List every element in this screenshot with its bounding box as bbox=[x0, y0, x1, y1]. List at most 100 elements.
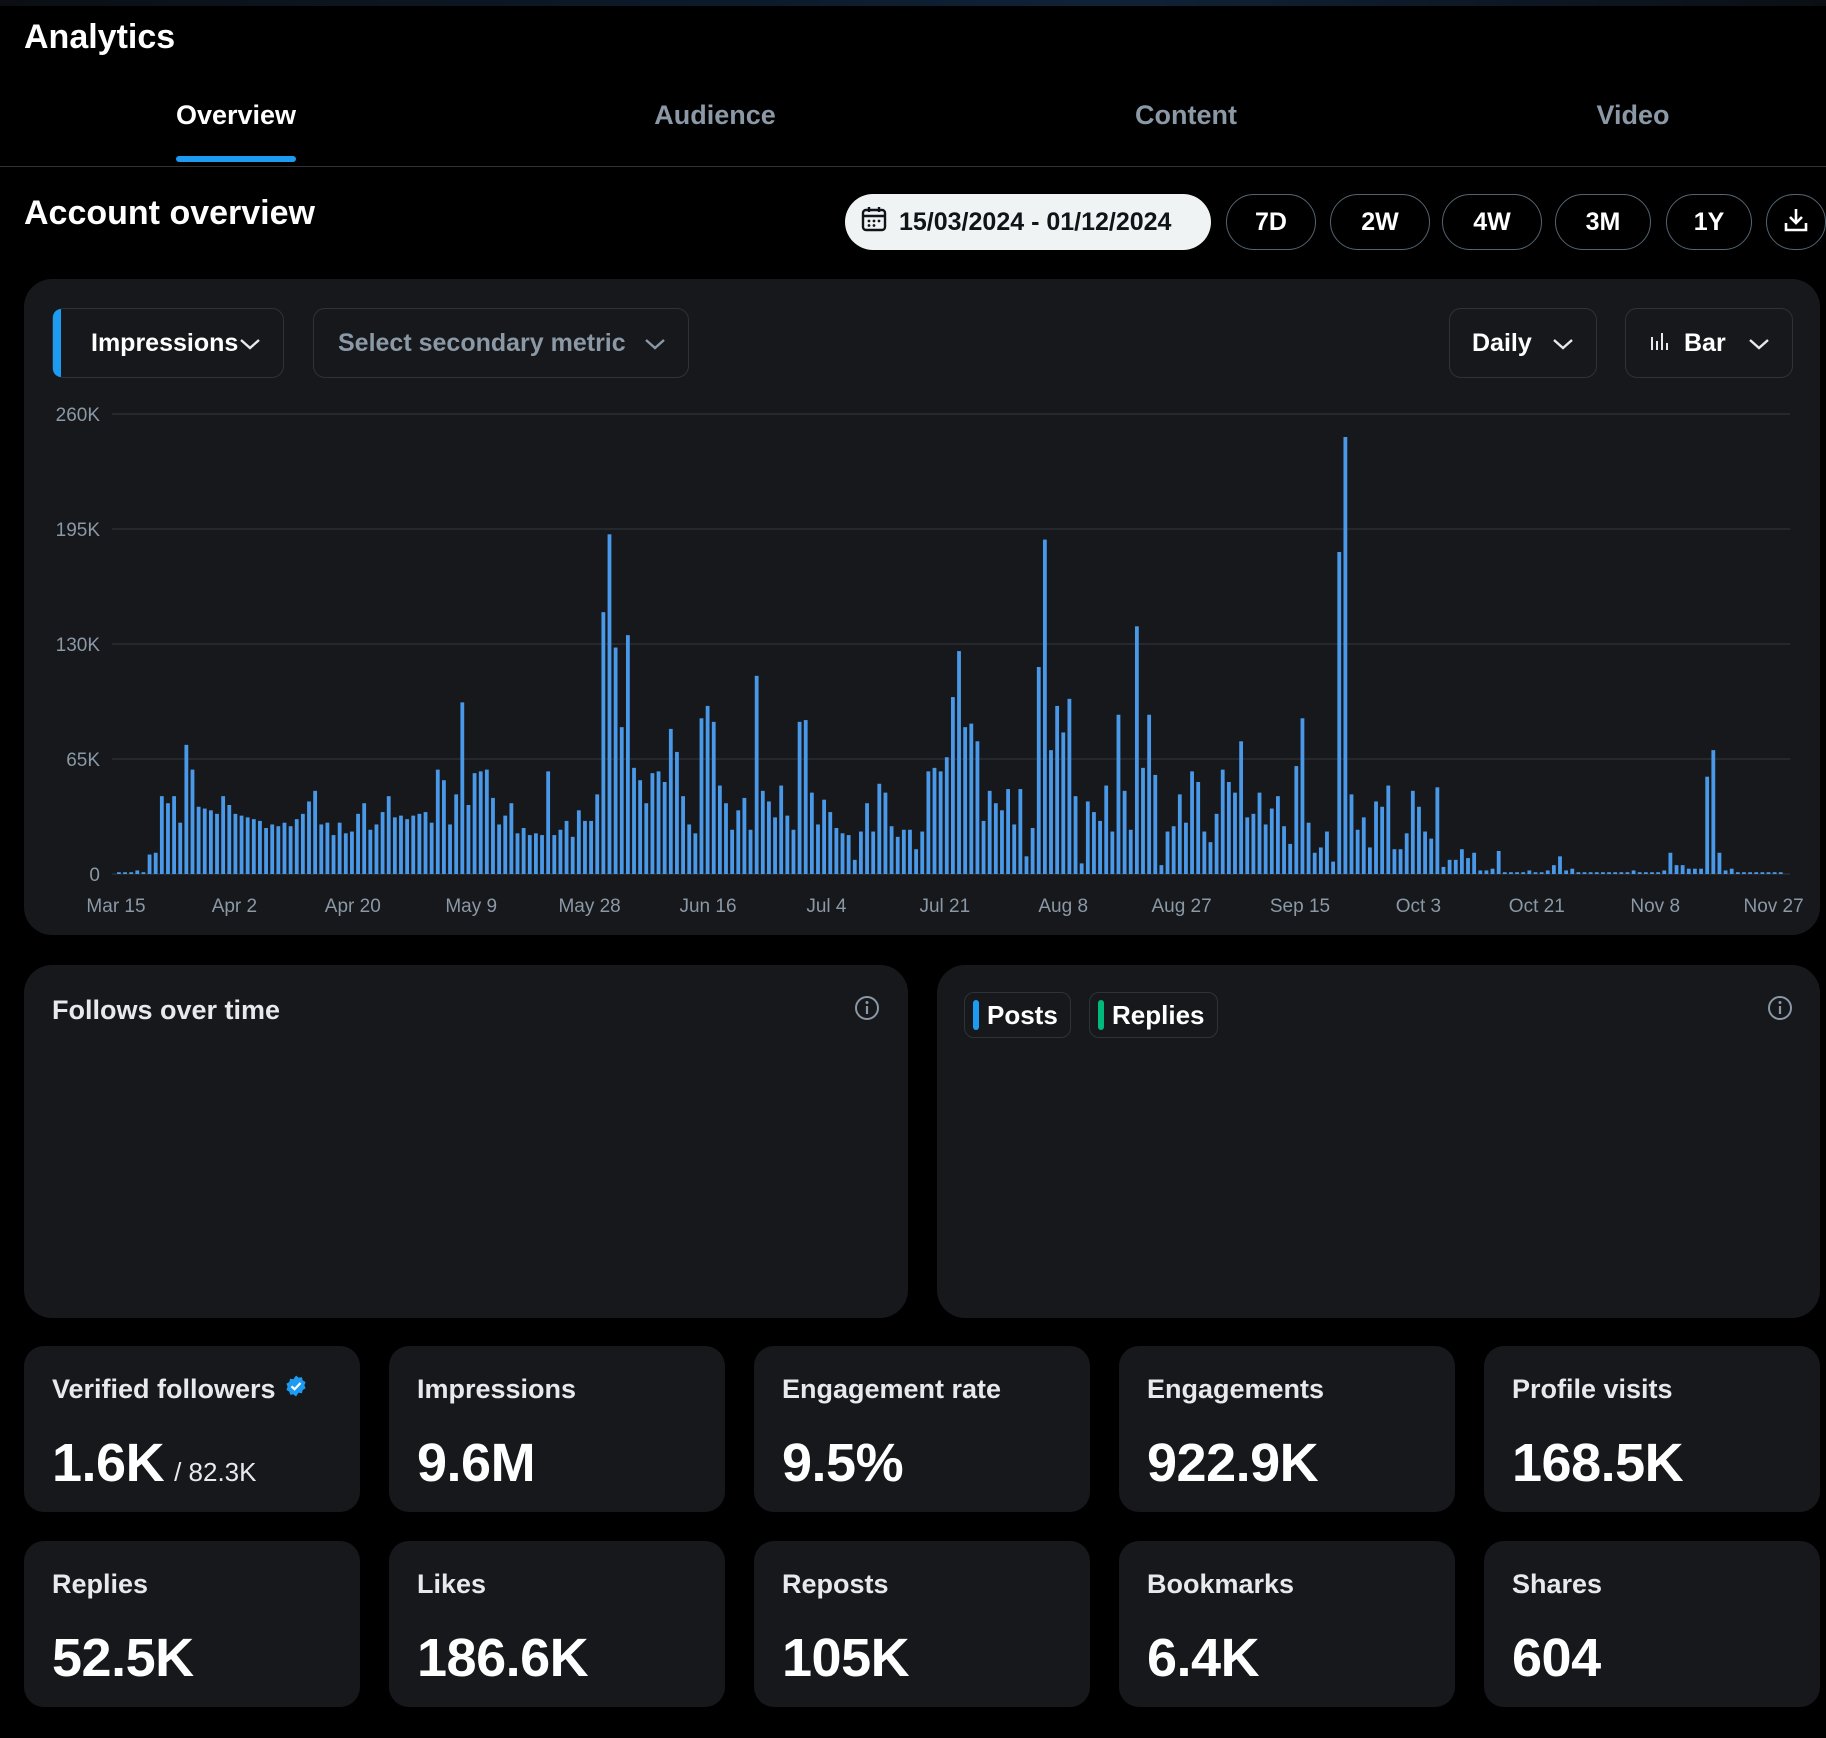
impressions-bar bbox=[920, 831, 925, 874]
impressions-bar bbox=[1042, 539, 1047, 874]
stat-value: 9.6M bbox=[417, 1433, 536, 1493]
impressions-bar bbox=[202, 808, 207, 874]
impressions-bar bbox=[576, 810, 581, 874]
replies-swatch bbox=[1098, 1000, 1104, 1030]
impressions-bar bbox=[1729, 868, 1734, 874]
impressions-bar bbox=[938, 771, 943, 874]
impressions-x-tick-label: Jul 21 bbox=[919, 896, 970, 917]
impressions-bar bbox=[1079, 863, 1084, 874]
impressions-bar bbox=[969, 723, 974, 874]
impressions-bar bbox=[245, 817, 250, 874]
impressions-bar bbox=[717, 785, 722, 874]
impressions-x-tick-label: Jun 16 bbox=[679, 896, 736, 917]
impressions-bar bbox=[399, 815, 403, 874]
impressions-bar bbox=[1288, 843, 1293, 874]
impressions-bar bbox=[993, 803, 998, 874]
impressions-bar bbox=[1484, 870, 1489, 874]
stat-value: 922.9K bbox=[1147, 1433, 1319, 1493]
impressions-bar bbox=[632, 767, 636, 874]
impressions-bar bbox=[791, 829, 796, 874]
impressions-bar bbox=[1134, 626, 1139, 874]
impressions-bar bbox=[1208, 842, 1213, 874]
impressions-bar bbox=[478, 771, 483, 874]
impressions-bar bbox=[742, 797, 747, 874]
impressions-bar bbox=[1558, 856, 1562, 874]
impressions-bar bbox=[846, 835, 851, 874]
impressions-bar bbox=[362, 803, 367, 874]
impressions-bar bbox=[386, 796, 391, 874]
impressions-bar bbox=[1472, 852, 1477, 874]
impressions-bar bbox=[350, 831, 354, 874]
impressions-bar bbox=[1092, 812, 1096, 874]
impressions-bar bbox=[1545, 870, 1550, 874]
impressions-bar bbox=[1582, 872, 1587, 874]
stat-value: 6.4K bbox=[1147, 1628, 1260, 1688]
impressions-bar bbox=[1502, 872, 1507, 874]
info-icon[interactable] bbox=[1767, 995, 1793, 1026]
impressions-bar bbox=[1073, 796, 1078, 874]
impressions-bar bbox=[374, 824, 379, 874]
impressions-bar bbox=[681, 796, 685, 874]
legend-posts[interactable]: Posts bbox=[964, 992, 1071, 1038]
impressions-bar bbox=[546, 771, 551, 874]
impressions-bar bbox=[1570, 868, 1575, 874]
impressions-bar bbox=[1778, 872, 1783, 874]
impressions-bar bbox=[552, 835, 557, 874]
impressions-bar bbox=[1141, 767, 1145, 874]
impressions-bar bbox=[466, 805, 471, 874]
impressions-bar bbox=[1705, 776, 1710, 874]
impressions-bar bbox=[208, 810, 213, 874]
follows-chart-card: Follows over time bbox=[24, 965, 908, 1318]
impressions-bar bbox=[1619, 872, 1624, 874]
impressions-bar bbox=[491, 797, 495, 874]
impressions-y-tick-label: 0 bbox=[89, 865, 100, 886]
impressions-bar bbox=[1625, 872, 1630, 874]
impressions-bar bbox=[828, 812, 833, 874]
stat-total: / 82.3K bbox=[174, 1457, 257, 1487]
impressions-x-tick-label: Jul 4 bbox=[806, 896, 847, 917]
impressions-bar bbox=[1613, 872, 1618, 874]
impressions-bar bbox=[975, 741, 980, 874]
impressions-bar bbox=[1447, 859, 1452, 874]
stat-card-engagement-rate: Engagement rate 9.5% bbox=[754, 1346, 1090, 1512]
impressions-bar bbox=[1233, 792, 1237, 874]
impressions-bar bbox=[380, 812, 385, 874]
impressions-bar bbox=[1276, 796, 1280, 874]
impressions-bar bbox=[1674, 865, 1679, 874]
impressions-bar bbox=[294, 819, 299, 874]
impressions-bar bbox=[834, 828, 839, 874]
impressions-bar bbox=[889, 826, 894, 874]
impressions-bar bbox=[392, 817, 397, 874]
impressions-bar bbox=[343, 833, 348, 874]
legend-replies[interactable]: Replies bbox=[1089, 992, 1218, 1038]
impressions-bar bbox=[1723, 870, 1728, 874]
impressions-bar bbox=[1564, 870, 1569, 874]
stat-value: 105K bbox=[782, 1628, 910, 1688]
impressions-bar bbox=[1337, 552, 1342, 874]
stat-card-shares: Shares 604 bbox=[1484, 1541, 1820, 1707]
stat-value: 9.5% bbox=[782, 1433, 904, 1493]
impressions-bar bbox=[1116, 714, 1121, 874]
info-icon[interactable] bbox=[854, 995, 880, 1026]
impressions-bar bbox=[1067, 698, 1072, 874]
impressions-bar bbox=[534, 833, 538, 874]
impressions-bar bbox=[1527, 870, 1532, 874]
impressions-bar bbox=[1459, 849, 1464, 874]
impressions-bar bbox=[435, 769, 440, 874]
impressions-bar bbox=[1656, 872, 1661, 874]
impressions-bar bbox=[423, 812, 428, 874]
impressions-bar bbox=[1386, 785, 1391, 874]
impressions-bar bbox=[1263, 824, 1268, 874]
impressions-bar bbox=[908, 829, 912, 874]
stat-label: Verified followers bbox=[52, 1374, 308, 1405]
impressions-bar bbox=[325, 822, 330, 874]
stat-label: Shares bbox=[1512, 1569, 1603, 1599]
impressions-bar bbox=[1717, 852, 1722, 874]
follows-panel-title: Follows over time bbox=[52, 995, 281, 1025]
impressions-x-tick-label: Aug 8 bbox=[1038, 896, 1088, 917]
impressions-bar bbox=[914, 849, 919, 874]
impressions-bar bbox=[1417, 806, 1421, 874]
impressions-bar bbox=[981, 820, 986, 874]
impressions-bar bbox=[521, 828, 526, 874]
impressions-bar bbox=[797, 721, 802, 874]
